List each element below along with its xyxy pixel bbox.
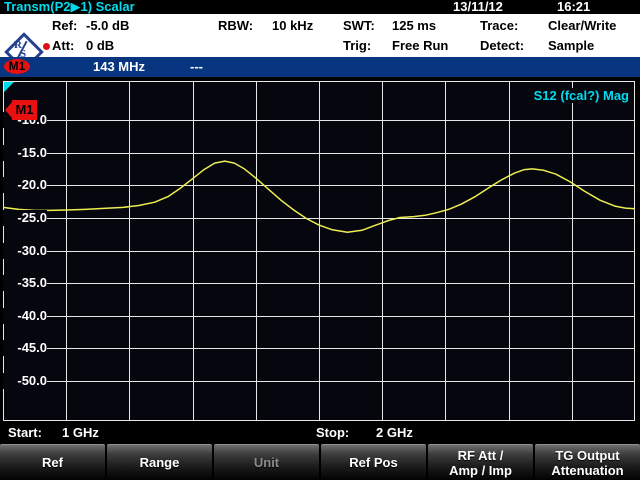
marker-m1-badge[interactable]: M1 — [4, 59, 30, 74]
softkey-range[interactable]: Range — [107, 444, 212, 480]
trigger-value: Free Run — [392, 39, 448, 53]
detector-label: Detect: — [480, 39, 524, 53]
y-axis-tick-label: -45.0 — [3, 340, 47, 356]
softkey-ref-pos[interactable]: Ref Pos — [321, 444, 426, 480]
y-axis-tick-label: -25.0 — [3, 210, 47, 226]
softkey-label: RF Att / — [458, 448, 504, 463]
settings-band: R S Ref: -5.0 dB RBW: 10 kHz SWT: 125 ms… — [0, 14, 640, 57]
stop-freq-value: 2 GHz — [376, 423, 413, 443]
softkey-label: Range — [140, 455, 180, 470]
rbw-value: 10 kHz — [272, 19, 313, 33]
measurement-graticule: S12 (fcal?) Mag M1 -10.0-15.0-20.0-25.0-… — [3, 81, 635, 421]
y-axis-tick-label: -30.0 — [3, 243, 47, 259]
softkey-label: Ref Pos — [349, 455, 397, 470]
date-display: 13/11/12 — [453, 0, 503, 14]
detector-value: Sample — [548, 39, 594, 53]
marker-m1-flag-label: M1 — [12, 100, 37, 120]
title-bar: Transm(P2▶1) Scalar 13/11/12 16:21 — [0, 0, 640, 14]
y-axis-tick-label: -40.0 — [3, 308, 47, 324]
y-axis-tick-label: -15.0 — [3, 145, 47, 161]
softkey-label: Ref — [42, 455, 63, 470]
softkey-rf-att-amp-imp[interactable]: RF Att /Amp / Imp — [428, 444, 533, 480]
softkey-ref[interactable]: Ref — [0, 444, 105, 480]
frequency-range-bar: Start: 1 GHz Stop: 2 GHz — [0, 423, 640, 443]
time-display: 16:21 — [557, 0, 590, 14]
trace-plot — [3, 81, 635, 421]
y-axis-tick-label: -50.0 — [3, 373, 47, 389]
trigger-label: Trig: — [343, 39, 371, 53]
softkey-tg-output-attenuation[interactable]: TG OutputAttenuation — [535, 444, 640, 480]
trace-mode-label: Trace: — [480, 19, 518, 33]
marker-readout-bar: M1 143 MHz --- — [0, 57, 640, 77]
rbw-label: RBW: — [218, 19, 253, 33]
reference-corner-icon — [4, 82, 14, 92]
softkey-bar: RefRangeUnitRef PosRF Att /Amp / ImpTG O… — [0, 444, 640, 480]
att-label: Att: — [52, 39, 74, 53]
trace-format-label: S12 (fcal?) Mag — [532, 88, 631, 103]
ref-level-label: Ref: — [52, 19, 77, 33]
att-active-dot-icon — [43, 43, 50, 50]
trace-mode-value: Clear/Write — [548, 19, 616, 33]
stop-freq-label: Stop: — [316, 423, 349, 443]
marker-value: --- — [190, 57, 203, 77]
softkey-label: Attenuation — [551, 463, 623, 478]
start-freq-label: Start: — [8, 423, 42, 443]
ref-level-value: -5.0 dB — [86, 19, 129, 33]
marker-frequency: 143 MHz — [93, 57, 145, 77]
swt-label: SWT: — [343, 19, 375, 33]
start-freq-value: 1 GHz — [62, 423, 99, 443]
y-axis-tick-label: -20.0 — [3, 177, 47, 193]
softkey-label: Unit — [254, 455, 279, 470]
measurement-title: Transm(P2▶1) Scalar — [4, 0, 135, 14]
softkey-label: Amp / Imp — [449, 463, 512, 478]
att-value: 0 dB — [86, 39, 114, 53]
softkey-label: TG Output — [555, 448, 619, 463]
chart-zone: S12 (fcal?) Mag M1 -10.0-15.0-20.0-25.0-… — [0, 77, 640, 423]
analyzer-screen: Transm(P2▶1) Scalar 13/11/12 16:21 R S R… — [0, 0, 640, 480]
y-axis-tick-label: -35.0 — [3, 275, 47, 291]
softkey-unit: Unit — [214, 444, 319, 480]
swt-value: 125 ms — [392, 19, 436, 33]
